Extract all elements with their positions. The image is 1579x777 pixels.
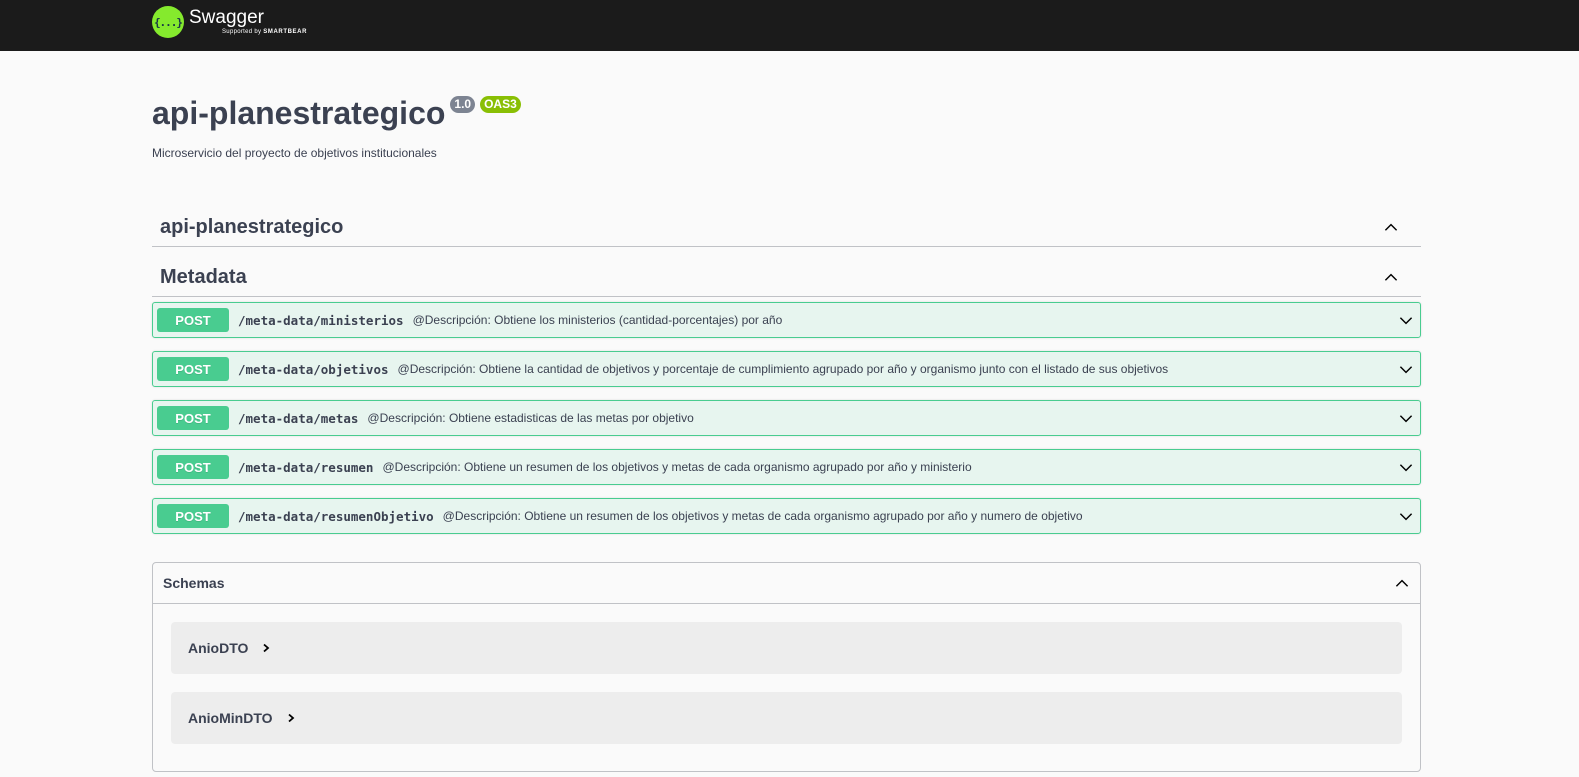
brand-sub-prefix: Supported by bbox=[222, 29, 262, 35]
api-description: Microservicio del proyecto de objetivos … bbox=[152, 146, 437, 160]
tag-title: api-planestrategico bbox=[160, 215, 344, 238]
chevron-right-icon[interactable] bbox=[286, 713, 296, 723]
version-badge: 1.0 bbox=[450, 96, 476, 113]
schema-item-aniodto[interactable]: AnioDTO bbox=[171, 622, 1402, 674]
tag-api-planestrategico[interactable]: api-planestrategico bbox=[152, 208, 1421, 247]
operation-summary: @Descripción: Obtiene un resumen de los … bbox=[382, 460, 972, 474]
schema-name: AnioMinDTO bbox=[188, 710, 273, 726]
operation-path: /meta-data/objetivos bbox=[238, 361, 389, 377]
chevron-down-icon[interactable] bbox=[1398, 411, 1414, 427]
chevron-down-icon[interactable] bbox=[1398, 509, 1414, 525]
chevron-down-icon[interactable] bbox=[1398, 362, 1414, 378]
topbar: {...} Swagger Supported by SMARTBEAR bbox=[0, 0, 1579, 51]
operation-path: /meta-data/metas bbox=[238, 410, 359, 426]
operation-post-resumen[interactable]: POST /meta-data/resumen @Descripción: Ob… bbox=[152, 449, 1421, 485]
method-badge: POST bbox=[157, 455, 229, 479]
schema-name: AnioDTO bbox=[188, 640, 249, 656]
schemas-section: Schemas AnioDTO AnioMinDTO bbox=[152, 562, 1421, 772]
operation-post-metas[interactable]: POST /meta-data/metas @Descripción: Obti… bbox=[152, 400, 1421, 436]
brand-sub-company: SMARTBEAR bbox=[263, 29, 307, 35]
oas-badge: OAS3 bbox=[480, 96, 521, 113]
tag-metadata[interactable]: Metadata bbox=[152, 258, 1421, 297]
method-badge: POST bbox=[157, 406, 229, 430]
method-badge: POST bbox=[157, 357, 229, 381]
api-title: api-planestrategico bbox=[152, 95, 446, 131]
info-header: api-planestrategico 1.0 OAS3 bbox=[152, 95, 1421, 131]
operation-path: /meta-data/resumen bbox=[238, 459, 374, 475]
operations-list: POST /meta-data/ministerios @Descripción… bbox=[152, 302, 1421, 534]
brand-name: Swagger bbox=[189, 7, 264, 28]
method-badge: POST bbox=[157, 504, 229, 528]
method-badge: POST bbox=[157, 308, 229, 332]
brand-subtitle: Supported by SMARTBEAR bbox=[222, 28, 307, 36]
operation-summary: @Descripción: Obtiene la cantidad de obj… bbox=[397, 362, 1169, 376]
operation-post-objetivos[interactable]: POST /meta-data/objetivos @Descripción: … bbox=[152, 351, 1421, 387]
chevron-up-icon[interactable] bbox=[1383, 269, 1399, 285]
schema-item-aniomindto[interactable]: AnioMinDTO bbox=[171, 692, 1402, 744]
brand-text: Swagger Supported by SMARTBEAR bbox=[189, 8, 307, 36]
main-content: api-planestrategico 1.0 OAS3 Microservic… bbox=[152, 51, 1421, 772]
chevron-up-icon[interactable] bbox=[1394, 575, 1410, 591]
operation-path: /meta-data/resumenObjetivo bbox=[238, 508, 434, 524]
operation-post-ministerios[interactable]: POST /meta-data/ministerios @Descripción… bbox=[152, 302, 1421, 338]
operation-summary: @Descripción: Obtiene un resumen de los … bbox=[442, 509, 1083, 523]
operation-summary: @Descripción: Obtiene estadisticas de la… bbox=[367, 411, 694, 425]
chevron-up-icon[interactable] bbox=[1383, 219, 1399, 235]
chevron-right-icon[interactable] bbox=[261, 643, 271, 653]
chevron-down-icon[interactable] bbox=[1398, 460, 1414, 476]
chevron-down-icon[interactable] bbox=[1398, 313, 1414, 329]
swagger-logo-icon: {...} bbox=[152, 6, 184, 38]
tag-title: Metadata bbox=[160, 265, 247, 288]
schemas-header[interactable]: Schemas bbox=[153, 563, 1420, 604]
swagger-logo-link[interactable]: {...} Swagger Supported by SMARTBEAR bbox=[152, 6, 307, 38]
operation-path: /meta-data/ministerios bbox=[238, 312, 404, 328]
operation-post-resumen-objetivo[interactable]: POST /meta-data/resumenObjetivo @Descrip… bbox=[152, 498, 1421, 534]
schemas-title: Schemas bbox=[163, 575, 225, 591]
operation-summary: @Descripción: Obtiene los ministerios (c… bbox=[412, 313, 783, 327]
